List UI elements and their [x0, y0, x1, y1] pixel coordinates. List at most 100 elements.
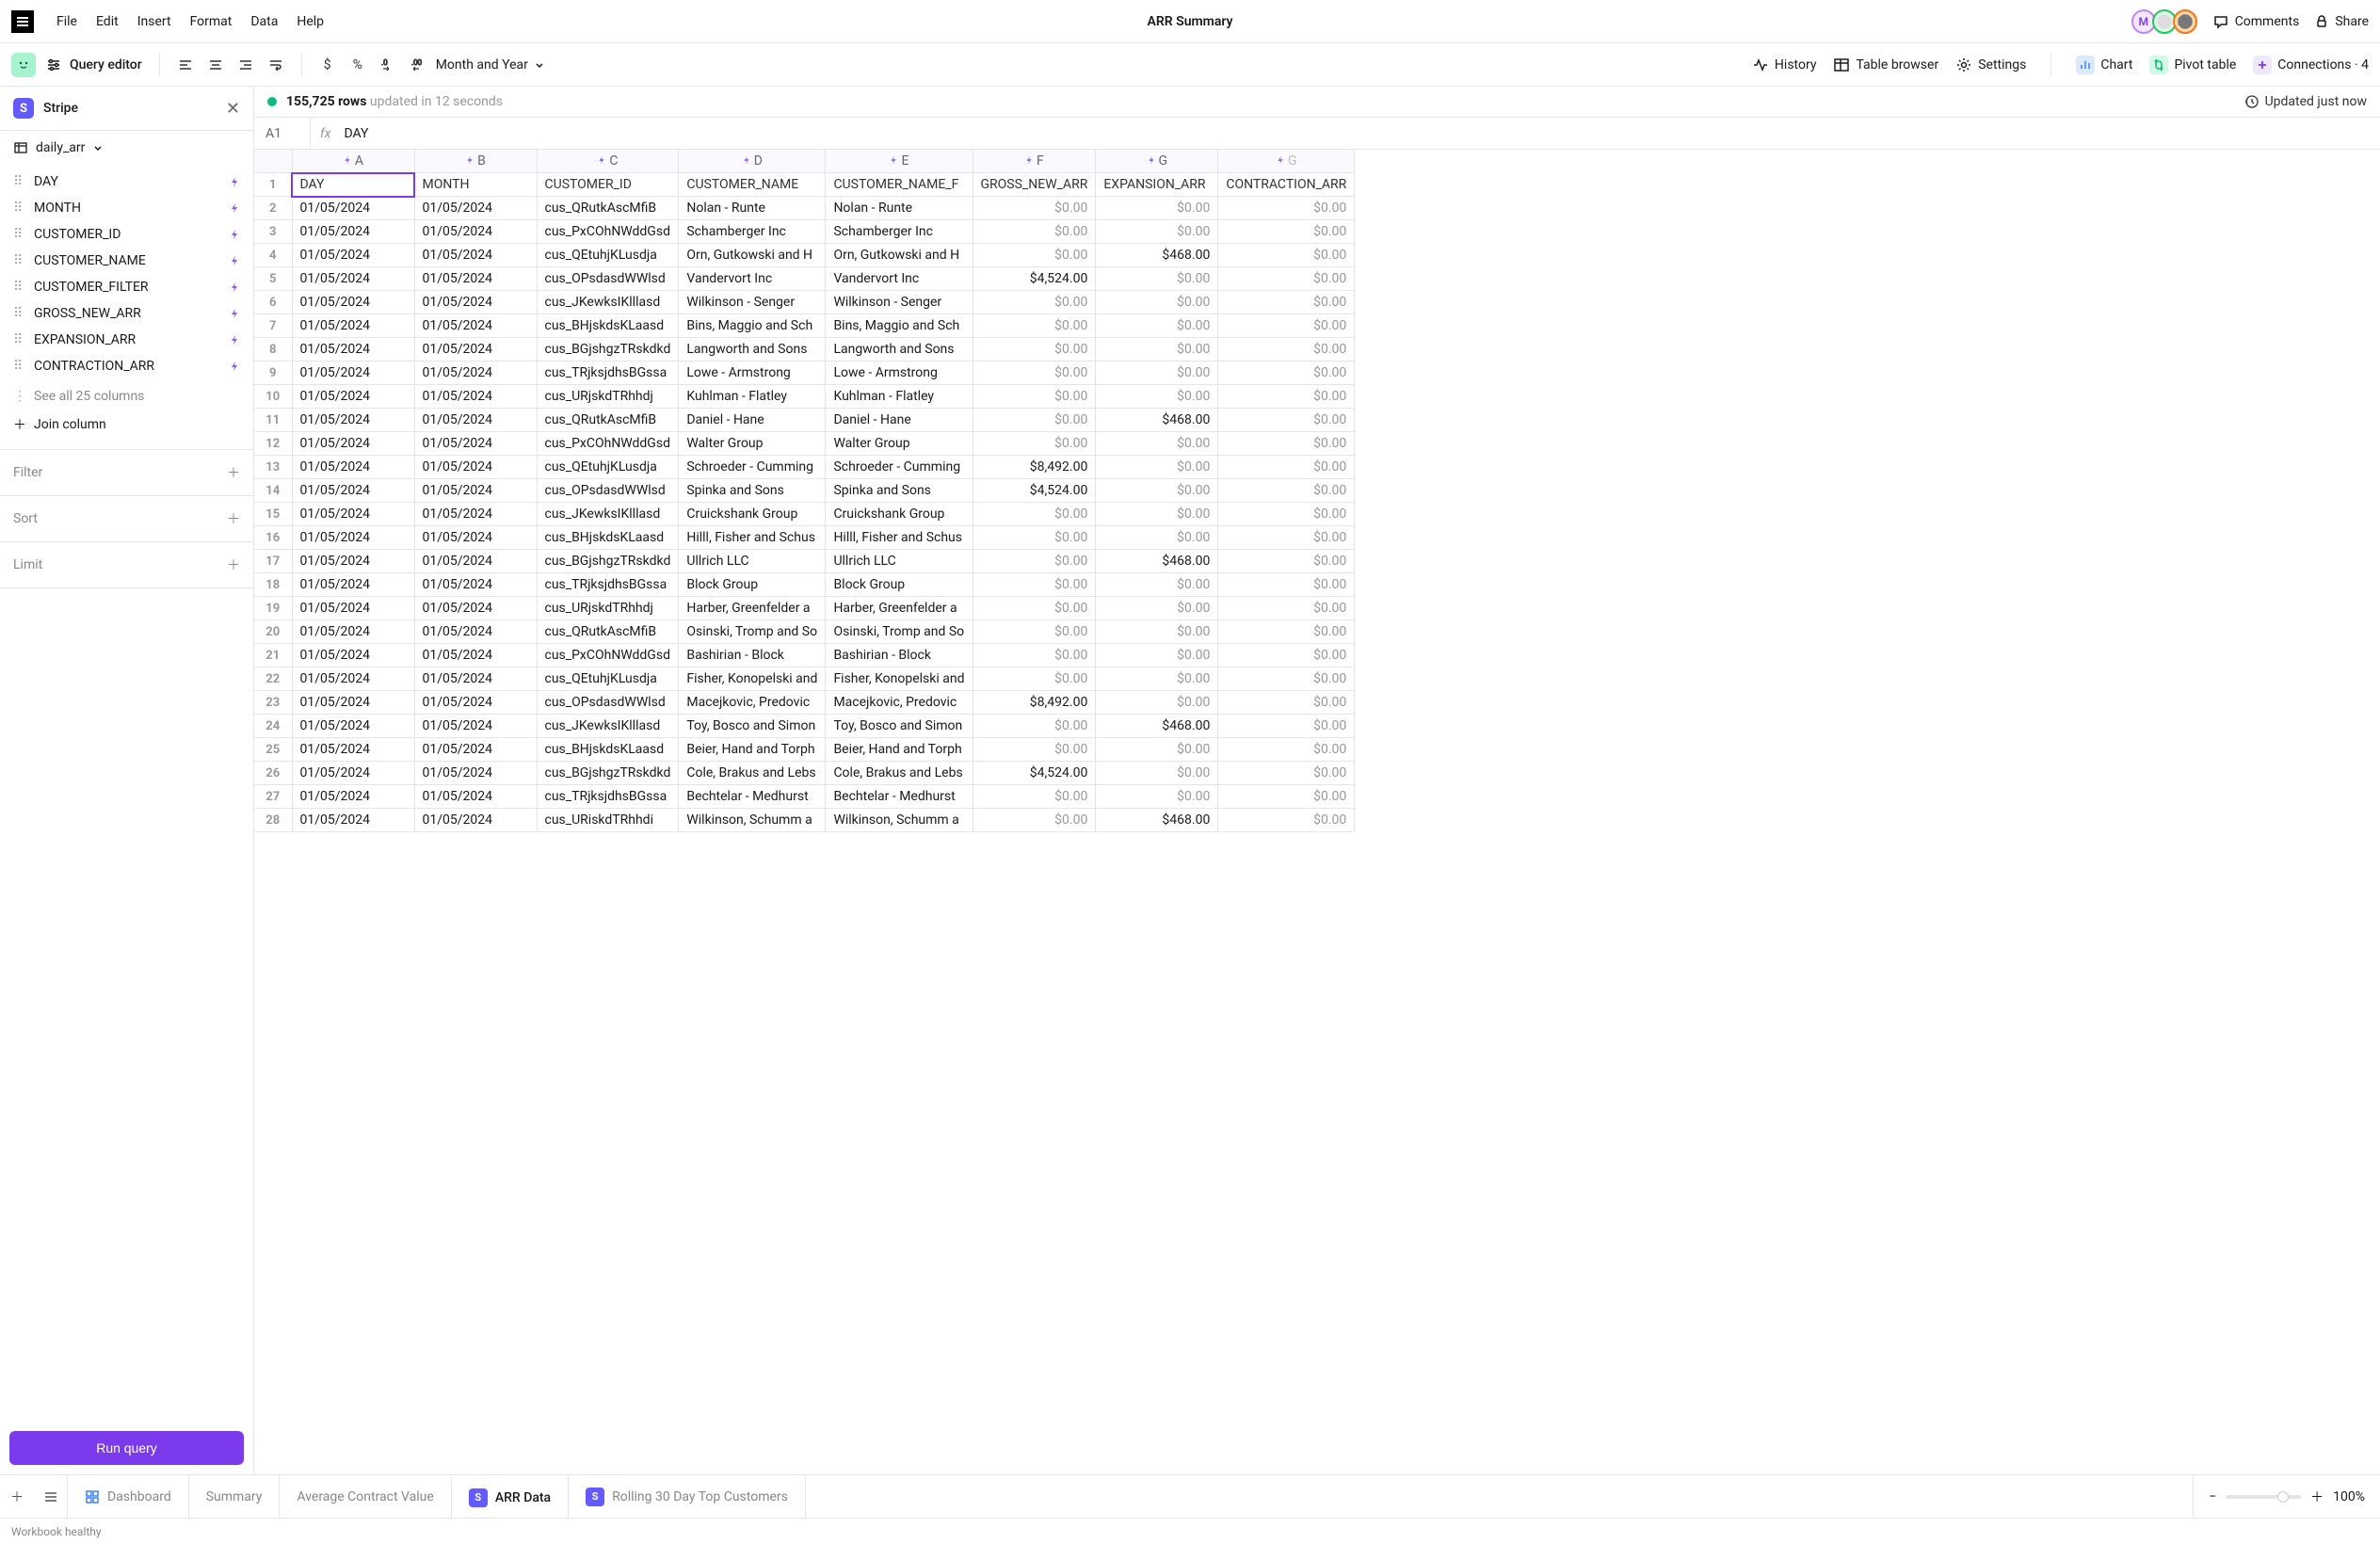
data-cell[interactable]: 01/05/2024 [292, 338, 414, 362]
data-cell[interactable]: $0.00 [1218, 620, 1355, 644]
data-cell[interactable]: $0.00 [1096, 573, 1218, 597]
column-item[interactable]: ⠿EXPANSION_ARR [0, 327, 253, 353]
row-number[interactable]: 24 [254, 715, 292, 738]
table-selector[interactable]: daily_arr [0, 131, 253, 165]
data-cell[interactable]: 01/05/2024 [414, 409, 537, 432]
data-cell[interactable]: Harber, Greenfelder a [826, 597, 973, 620]
currency-icon[interactable]: $ [319, 56, 336, 73]
row-number[interactable]: 26 [254, 762, 292, 785]
menu-insert[interactable]: Insert [137, 14, 171, 29]
data-cell[interactable]: Schroeder - Cumming [826, 456, 973, 479]
data-cell[interactable]: Lowe - Armstrong [826, 362, 973, 385]
data-cell[interactable]: 01/05/2024 [292, 479, 414, 503]
data-cell[interactable]: $0.00 [1218, 715, 1355, 738]
decrease-decimal-icon[interactable]: .0 [379, 56, 396, 73]
column-letter[interactable]: E [826, 150, 973, 173]
app-logo[interactable] [11, 10, 34, 33]
data-cell[interactable]: $0.00 [1218, 362, 1355, 385]
data-cell[interactable]: Toy, Bosco and Simon [826, 715, 973, 738]
data-cell[interactable]: Bins, Maggio and Sch [679, 314, 826, 338]
row-number[interactable]: 13 [254, 456, 292, 479]
data-cell[interactable]: $0.00 [1218, 762, 1355, 785]
data-cell[interactable]: cus_BGjshgzTRskdkd [537, 550, 679, 573]
column-item[interactable]: ⠿CUSTOMER_NAME [0, 248, 253, 274]
data-cell[interactable]: Vandervort Inc [679, 267, 826, 291]
data-cell[interactable]: 01/05/2024 [292, 432, 414, 456]
data-cell[interactable]: 01/05/2024 [292, 267, 414, 291]
row-number[interactable]: 16 [254, 526, 292, 550]
data-cell[interactable]: $4,524.00 [973, 479, 1096, 503]
filter-section[interactable]: Filter＋ [0, 449, 253, 495]
data-cell[interactable]: $0.00 [973, 667, 1096, 691]
menu-format[interactable]: Format [190, 14, 233, 29]
row-number[interactable]: 15 [254, 503, 292, 526]
header-cell[interactable]: DAY [292, 173, 414, 197]
data-cell[interactable]: $0.00 [1218, 503, 1355, 526]
data-cell[interactable]: $0.00 [1218, 550, 1355, 573]
data-cell[interactable]: $0.00 [973, 314, 1096, 338]
data-cell[interactable]: Hilll, Fisher and Schus [826, 526, 973, 550]
data-cell[interactable]: $468.00 [1096, 244, 1218, 267]
data-cell[interactable]: Bashirian - Block [826, 644, 973, 667]
data-cell[interactable]: $0.00 [1218, 667, 1355, 691]
data-cell[interactable]: $0.00 [1218, 738, 1355, 762]
data-cell[interactable]: Toy, Bosco and Simon [679, 715, 826, 738]
cell-reference[interactable]: A1 [254, 118, 311, 149]
data-cell[interactable]: $0.00 [973, 785, 1096, 809]
drag-handle-icon[interactable]: ⠿ [13, 227, 24, 242]
data-cell[interactable]: $0.00 [1218, 197, 1355, 220]
data-cell[interactable]: 01/05/2024 [292, 620, 414, 644]
data-cell[interactable]: 01/05/2024 [292, 644, 414, 667]
percent-icon[interactable]: % [349, 56, 366, 73]
data-cell[interactable]: $8,492.00 [973, 456, 1096, 479]
header-cell[interactable]: GROSS_NEW_ARR [973, 173, 1096, 197]
data-cell[interactable]: Beier, Hand and Torph [679, 738, 826, 762]
column-letter[interactable]: G [1096, 150, 1218, 173]
menu-file[interactable]: File [56, 14, 77, 29]
data-cell[interactable]: Osinski, Tromp and So [679, 620, 826, 644]
data-cell[interactable]: 01/05/2024 [414, 385, 537, 409]
data-cell[interactable]: $0.00 [1218, 573, 1355, 597]
wrap-text-icon[interactable] [267, 56, 284, 73]
row-number[interactable]: 25 [254, 738, 292, 762]
column-letter[interactable]: G [1218, 150, 1355, 173]
row-number[interactable]: 11 [254, 409, 292, 432]
drag-handle-icon[interactable]: ⠿ [13, 359, 24, 374]
data-cell[interactable]: Daniel - Hane [679, 409, 826, 432]
sheet-menu-button[interactable] [34, 1475, 68, 1518]
join-column-button[interactable]: ＋ Join column [0, 410, 253, 440]
row-number[interactable]: 1 [254, 173, 292, 197]
data-cell[interactable]: $0.00 [1218, 456, 1355, 479]
data-cell[interactable]: cus_BGjshgzTRskdkd [537, 338, 679, 362]
row-number[interactable]: 4 [254, 244, 292, 267]
data-cell[interactable]: cus_OPsdasdWWlsd [537, 479, 679, 503]
data-cell[interactable]: 01/05/2024 [414, 691, 537, 715]
header-cell[interactable]: CUSTOMER_NAME [679, 173, 826, 197]
data-cell[interactable]: Cole, Brakus and Lebs [826, 762, 973, 785]
data-cell[interactable]: 01/05/2024 [414, 197, 537, 220]
document-title[interactable]: ARR Summary [1148, 14, 1233, 29]
data-cell[interactable]: cus_BHjskdsKLaasd [537, 738, 679, 762]
data-cell[interactable]: 01/05/2024 [292, 220, 414, 244]
data-cell[interactable]: $0.00 [1096, 456, 1218, 479]
data-cell[interactable]: $0.00 [973, 526, 1096, 550]
data-cell[interactable]: Macejkovic, Predovic [679, 691, 826, 715]
data-cell[interactable]: 01/05/2024 [414, 715, 537, 738]
tab-dashboard[interactable]: Dashboard [67, 1475, 189, 1518]
data-cell[interactable]: 01/05/2024 [292, 291, 414, 314]
settings-button[interactable]: Settings [1955, 56, 2026, 73]
data-cell[interactable]: Spinka and Sons [679, 479, 826, 503]
align-center-icon[interactable] [207, 56, 224, 73]
data-cell[interactable]: 01/05/2024 [414, 432, 537, 456]
data-cell[interactable]: 01/05/2024 [414, 597, 537, 620]
data-cell[interactable]: Lowe - Armstrong [679, 362, 826, 385]
data-cell[interactable]: $0.00 [1096, 267, 1218, 291]
row-number[interactable]: 3 [254, 220, 292, 244]
data-cell[interactable]: cus_JKewksIKlllasd [537, 503, 679, 526]
drag-handle-icon[interactable]: ⠿ [13, 174, 24, 189]
data-cell[interactable]: cus_TRjksjdhsBGssa [537, 573, 679, 597]
data-cell[interactable]: $0.00 [1096, 197, 1218, 220]
data-cell[interactable]: $468.00 [1096, 809, 1218, 832]
corner-cell[interactable] [254, 150, 292, 173]
data-cell[interactable]: Wilkinson - Senger [679, 291, 826, 314]
